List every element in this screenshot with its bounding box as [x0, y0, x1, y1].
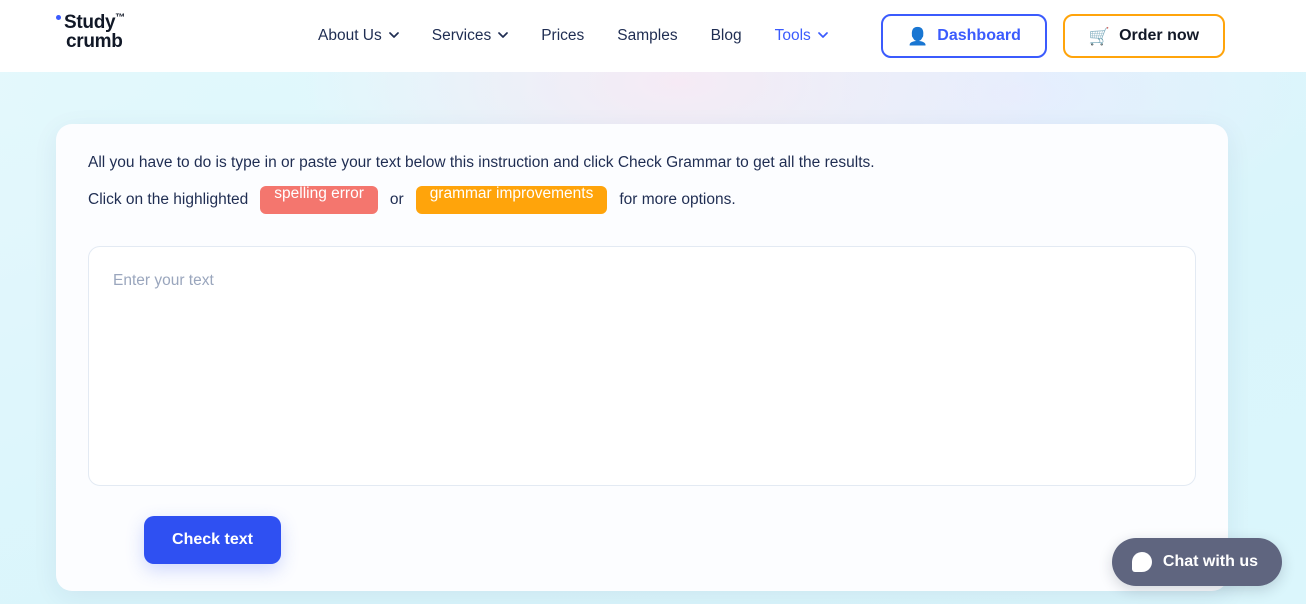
logo-word-study: Study [64, 12, 116, 33]
nav-item-label: Prices [541, 27, 585, 44]
chat-widget-label: Chat with us [1162, 553, 1258, 570]
logo-line-primary: Study™ [56, 13, 176, 32]
nav-item-blog[interactable]: Blog [711, 21, 742, 51]
text-input[interactable] [89, 247, 1195, 485]
instruction-prefix-text: Click on the highlighted [88, 191, 249, 208]
user-bust-icon: 👤 [907, 26, 929, 46]
nav-item-label: Blog [710, 27, 742, 44]
logo-dot-icon [56, 15, 61, 20]
nav-item-samples[interactable]: Samples [617, 21, 677, 51]
check-text-button[interactable]: Check text [144, 516, 281, 564]
spelling-error-badge[interactable]: spelling error [260, 186, 378, 214]
nav-item-tools[interactable]: Tools [775, 21, 828, 51]
dashboard-button-label: Dashboard [937, 27, 1021, 44]
site-logo[interactable]: Study™ crumb [56, 13, 176, 52]
main-navigation: About Us Services Prices Samples Blog To… [318, 0, 828, 72]
chevron-down-icon [817, 30, 828, 40]
grammar-checker-card: All you have to do is type in or paste y… [56, 124, 1228, 591]
site-header: Study™ crumb About Us Services Prices Sa… [0, 0, 1306, 72]
nav-item-label: Services [431, 27, 492, 44]
chat-bubble-icon [1131, 552, 1152, 572]
order-now-button-label: Order now [1119, 27, 1200, 44]
nav-item-services[interactable]: Services [431, 21, 509, 51]
nav-item-about-us[interactable]: About Us [318, 21, 399, 51]
instruction-suffix-text: for more options. [619, 191, 736, 208]
instruction-line-secondary: Click on the highlighted spelling error … [88, 186, 736, 214]
text-editor-container [88, 246, 1196, 486]
logo-word-crumb: crumb [66, 31, 123, 53]
nav-item-label: Tools [774, 27, 811, 44]
chevron-down-icon [388, 30, 399, 40]
grammar-improvements-badge[interactable]: grammar improvements [415, 186, 608, 214]
nav-item-prices[interactable]: Prices [541, 21, 584, 51]
dashboard-button[interactable]: 👤 Dashboard [881, 14, 1047, 58]
shopping-cart-icon: 🛒 [1088, 26, 1111, 46]
header-actions: 👤 Dashboard 🛒 Order now [881, 14, 1225, 58]
chat-with-us-widget[interactable]: Chat with us [1111, 538, 1282, 586]
nav-item-label: About Us [318, 27, 382, 44]
instruction-line-primary: All you have to do is type in or paste y… [88, 154, 875, 171]
chevron-down-icon [498, 30, 509, 40]
order-now-button[interactable]: 🛒 Order now [1063, 14, 1225, 58]
instruction-conjunction-text: or [389, 191, 404, 208]
nav-item-label: Samples [617, 27, 678, 44]
logo-trademark: ™ [115, 12, 126, 24]
